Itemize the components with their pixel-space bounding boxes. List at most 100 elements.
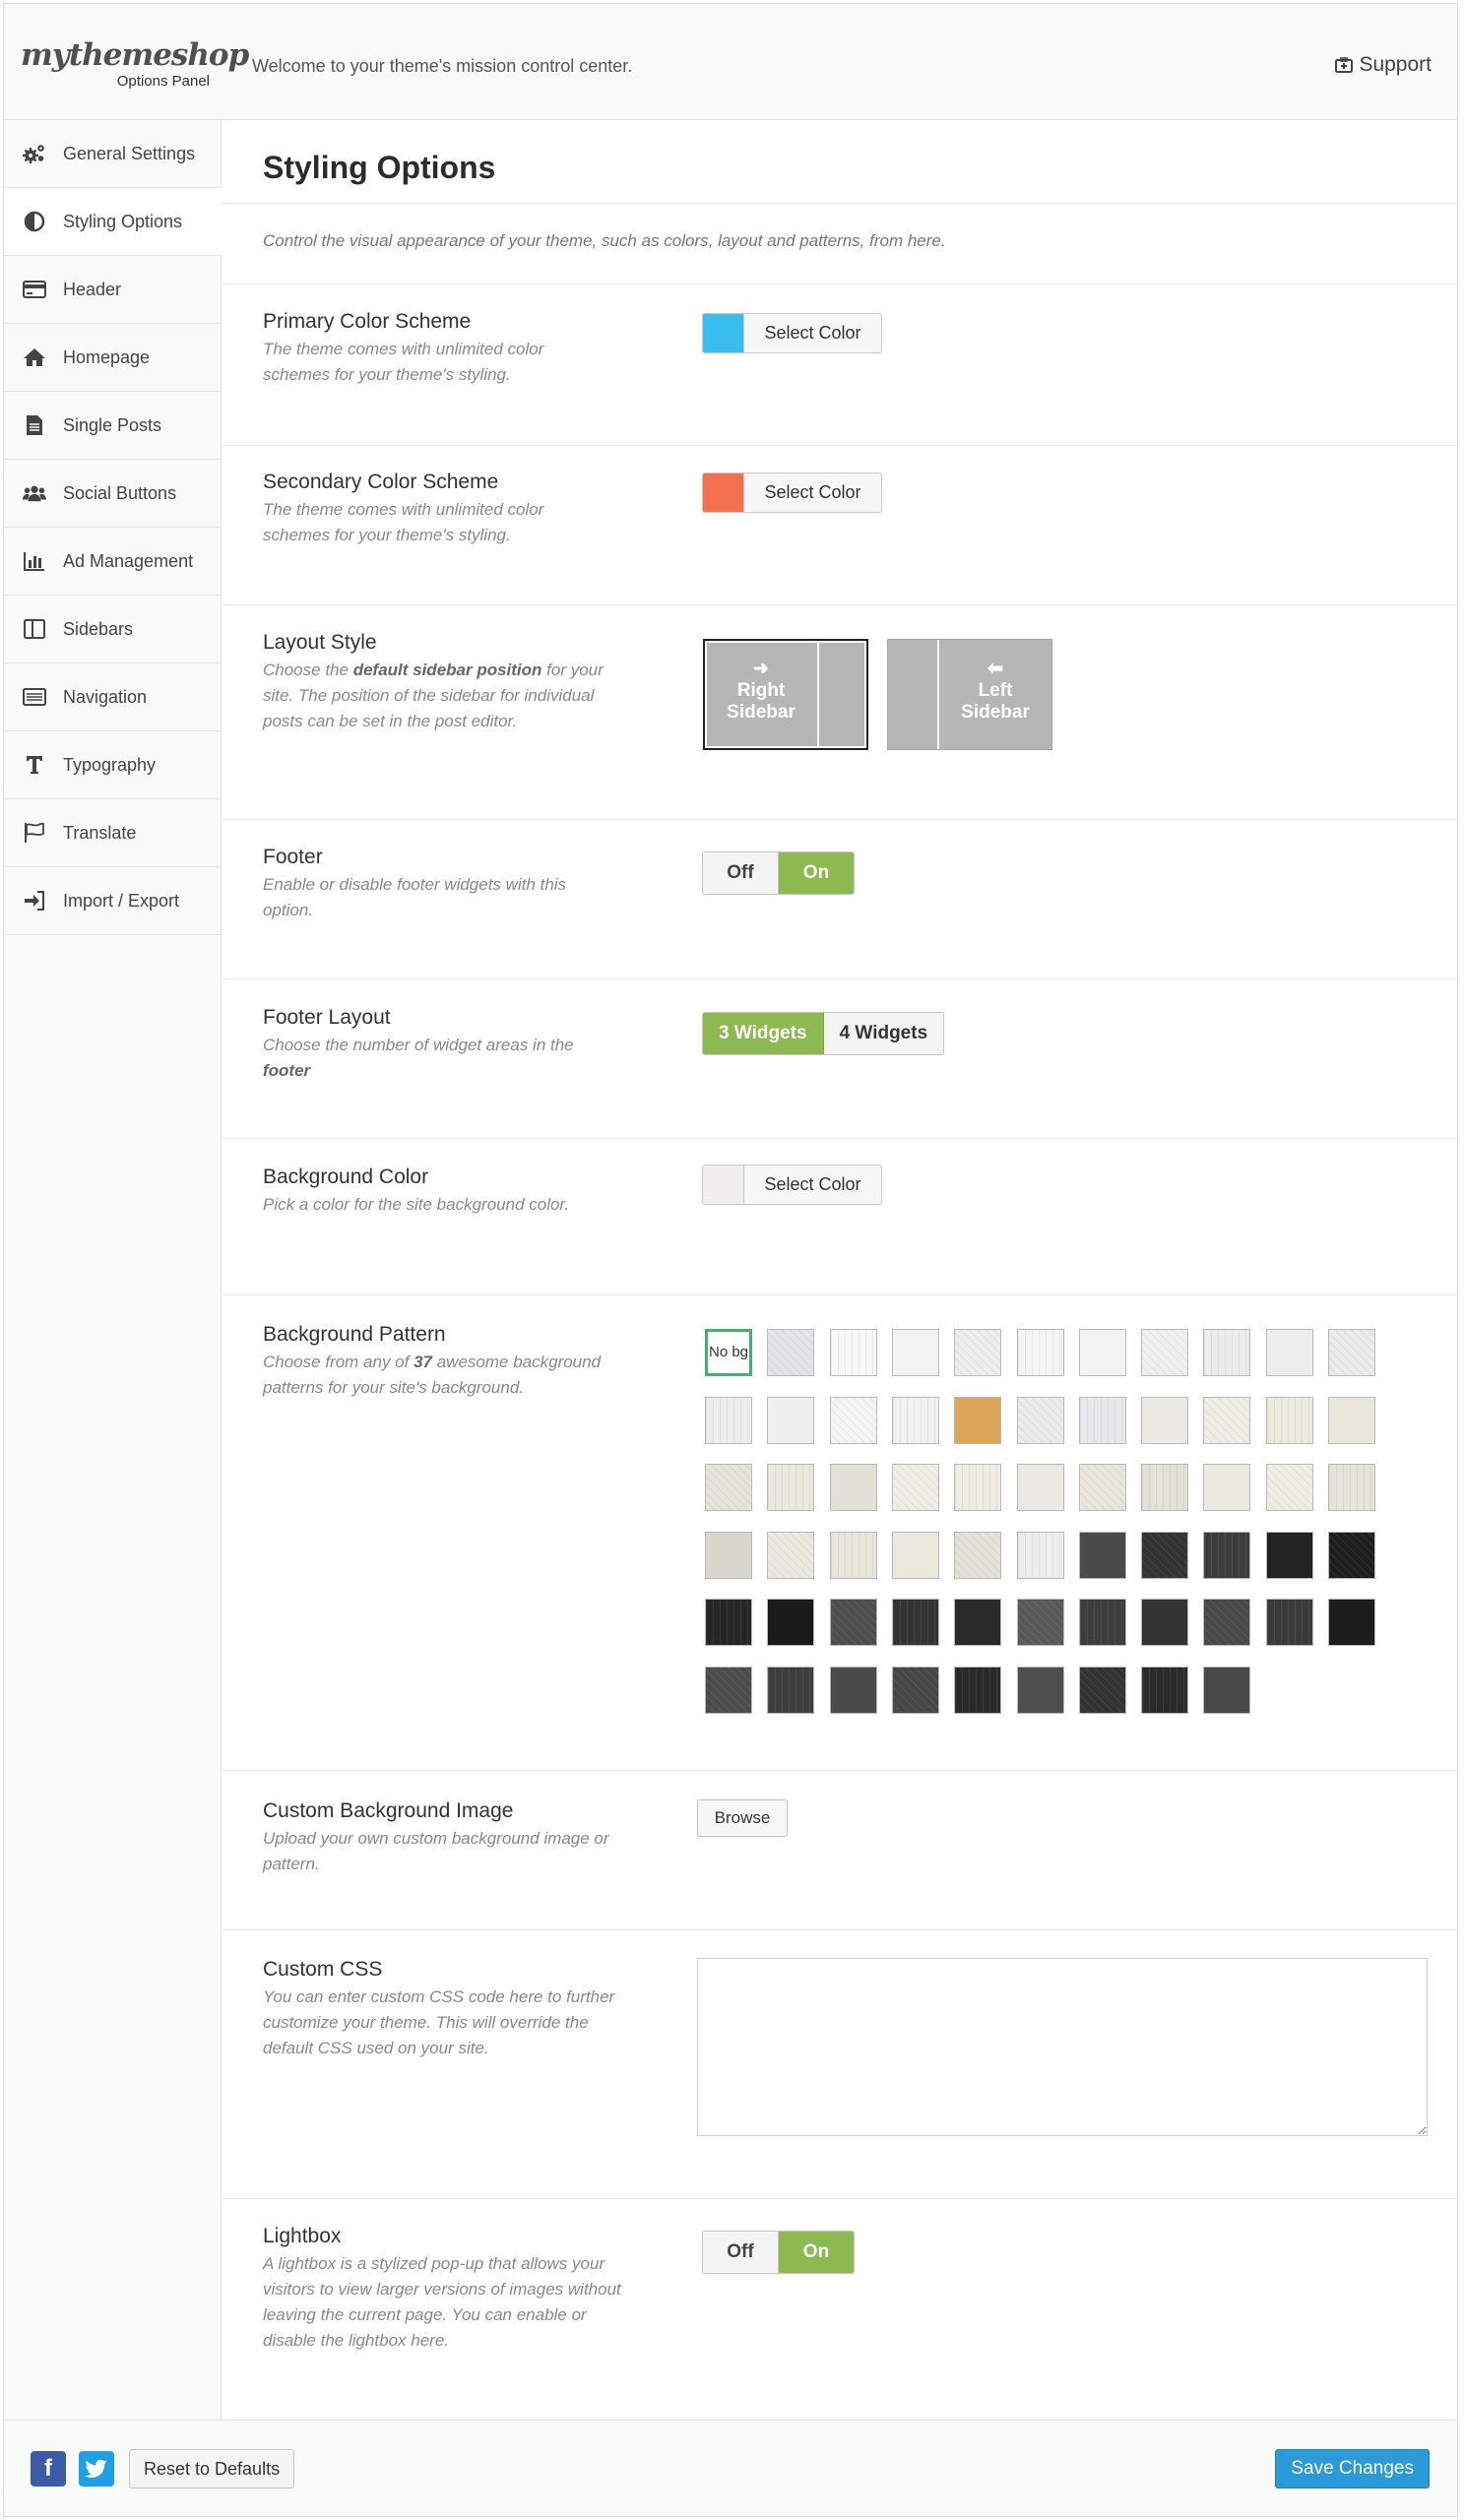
pattern-swatch[interactable]: [1017, 1532, 1064, 1579]
support-link[interactable]: Support: [1335, 53, 1432, 77]
pattern-swatch[interactable]: [1079, 1397, 1126, 1444]
pattern-swatch[interactable]: [705, 1599, 752, 1646]
sidebar-item-navigation[interactable]: Navigation: [4, 663, 221, 731]
pattern-swatch[interactable]: [1328, 1329, 1375, 1376]
browse-button[interactable]: Browse: [697, 1799, 788, 1837]
pattern-swatch[interactable]: [954, 1599, 1001, 1646]
lightbox-on[interactable]: On: [779, 2232, 854, 2273]
layout-left-sidebar-option[interactable]: ⬅ Left Sidebar: [887, 639, 1052, 750]
pattern-swatch[interactable]: [1141, 1599, 1188, 1646]
pattern-swatch[interactable]: [1266, 1532, 1313, 1579]
sidebar-item-translate[interactable]: Translate: [4, 799, 221, 867]
pattern-swatch[interactable]: [1141, 1464, 1188, 1511]
pattern-swatch[interactable]: [767, 1667, 814, 1714]
pattern-swatch[interactable]: [892, 1397, 939, 1444]
sidebar-item-sidebars[interactable]: Sidebars: [4, 596, 221, 663]
sidebar-item-label: General Settings: [63, 143, 196, 163]
pattern-swatch[interactable]: [1328, 1464, 1375, 1511]
pattern-swatch[interactable]: [954, 1532, 1001, 1579]
pattern-swatch[interactable]: [892, 1532, 939, 1579]
twitter-icon[interactable]: [79, 2451, 114, 2487]
pattern-swatch[interactable]: [830, 1329, 877, 1376]
pattern-swatch[interactable]: [705, 1464, 752, 1511]
sidebar-item-import-export[interactable]: Import / Export: [4, 867, 221, 935]
pattern-swatch[interactable]: [1328, 1532, 1375, 1579]
pattern-swatch[interactable]: [1079, 1667, 1126, 1714]
pattern-swatch[interactable]: [830, 1599, 877, 1646]
pattern-swatch[interactable]: [1017, 1464, 1064, 1511]
pattern-swatch[interactable]: [705, 1532, 752, 1579]
sidebar-item-ad-management[interactable]: Ad Management: [4, 528, 221, 596]
pattern-swatch[interactable]: [767, 1397, 814, 1444]
layout-right-sidebar-option[interactable]: ➜ Right Sidebar: [703, 639, 868, 750]
pattern-swatch[interactable]: [1203, 1329, 1250, 1376]
sidebar-item-typography[interactable]: Typography: [4, 731, 221, 799]
pattern-swatch[interactable]: [830, 1667, 877, 1714]
sidebar-item-social-buttons[interactable]: Social Buttons: [4, 460, 221, 528]
pattern-swatch[interactable]: [1079, 1464, 1126, 1511]
pattern-swatch[interactable]: [1017, 1329, 1064, 1376]
pattern-swatch[interactable]: [767, 1532, 814, 1579]
secondary-select-color-button[interactable]: Select Color: [702, 472, 882, 513]
pattern-swatch[interactable]: [1017, 1397, 1064, 1444]
reset-to-defaults-button[interactable]: Reset to Defaults: [129, 2449, 295, 2488]
divider: [223, 445, 1457, 446]
pattern-swatch[interactable]: [830, 1464, 877, 1511]
sidebar-item-homepage[interactable]: Homepage: [4, 324, 221, 392]
pattern-swatch[interactable]: [1203, 1464, 1250, 1511]
pattern-swatch[interactable]: [705, 1667, 752, 1714]
footer-layout-selector[interactable]: 3 Widgets 4 Widgets: [702, 1012, 945, 1055]
pattern-swatch[interactable]: [1017, 1667, 1064, 1714]
footer-layout-4-widgets[interactable]: 4 Widgets: [823, 1013, 944, 1054]
custom-css-textarea[interactable]: [697, 1958, 1428, 2136]
pattern-swatch[interactable]: [1328, 1599, 1375, 1646]
sidebar-item-styling-options[interactable]: Styling Options: [4, 188, 223, 256]
pattern-swatch[interactable]: [892, 1464, 939, 1511]
sidebar-item-header[interactable]: Header: [4, 256, 221, 324]
primary-select-color-button[interactable]: Select Color: [702, 313, 882, 353]
pattern-swatch[interactable]: [830, 1532, 877, 1579]
footer-off[interactable]: Off: [703, 852, 779, 894]
pattern-swatch[interactable]: [830, 1397, 877, 1444]
pattern-swatch[interactable]: [1203, 1397, 1250, 1444]
pattern-swatch[interactable]: [1203, 1532, 1250, 1579]
lightbox-toggle[interactable]: Off On: [702, 2231, 855, 2274]
sidebar-item-general-settings[interactable]: General Settings: [4, 120, 221, 188]
pattern-swatch[interactable]: [1266, 1329, 1313, 1376]
footer-on[interactable]: On: [779, 852, 854, 894]
pattern-swatch[interactable]: [1328, 1397, 1375, 1444]
logo: mythemeshop Options Panel: [21, 38, 249, 90]
pattern-no-bg[interactable]: No bg: [705, 1329, 752, 1376]
footer-layout-3-widgets[interactable]: 3 Widgets: [703, 1013, 824, 1054]
pattern-swatch[interactable]: [1266, 1397, 1313, 1444]
pattern-swatch[interactable]: [1266, 1599, 1313, 1646]
pattern-swatch[interactable]: [1266, 1464, 1313, 1511]
pattern-swatch[interactable]: [705, 1397, 752, 1444]
pattern-swatch[interactable]: [1141, 1532, 1188, 1579]
pattern-swatch[interactable]: [1079, 1599, 1126, 1646]
pattern-swatch[interactable]: [892, 1667, 939, 1714]
pattern-swatch[interactable]: [954, 1667, 1001, 1714]
pattern-swatch[interactable]: [954, 1464, 1001, 1511]
pattern-swatch[interactable]: [1203, 1599, 1250, 1646]
pattern-swatch[interactable]: [892, 1329, 939, 1376]
pattern-swatch[interactable]: [1017, 1599, 1064, 1646]
bg-select-color-button[interactable]: Select Color: [702, 1165, 882, 1205]
pattern-swatch[interactable]: [767, 1329, 814, 1376]
pattern-swatch[interactable]: [1079, 1329, 1126, 1376]
pattern-swatch[interactable]: [1141, 1397, 1188, 1444]
pattern-swatch[interactable]: [892, 1599, 939, 1646]
pattern-swatch[interactable]: [1141, 1329, 1188, 1376]
pattern-swatch[interactable]: [1079, 1532, 1126, 1579]
pattern-swatch[interactable]: [1203, 1667, 1250, 1714]
lightbox-off[interactable]: Off: [703, 2232, 779, 2273]
pattern-swatch[interactable]: [954, 1329, 1001, 1376]
footer-toggle[interactable]: Off On: [702, 851, 855, 895]
sidebar-item-single-posts[interactable]: Single Posts: [4, 392, 221, 460]
pattern-swatch[interactable]: [1141, 1667, 1188, 1714]
pattern-swatch[interactable]: [767, 1599, 814, 1646]
facebook-icon[interactable]: f: [31, 2451, 66, 2487]
pattern-swatch[interactable]: [767, 1464, 814, 1511]
pattern-swatch[interactable]: [954, 1397, 1001, 1444]
save-changes-button[interactable]: Save Changes: [1275, 2449, 1430, 2488]
